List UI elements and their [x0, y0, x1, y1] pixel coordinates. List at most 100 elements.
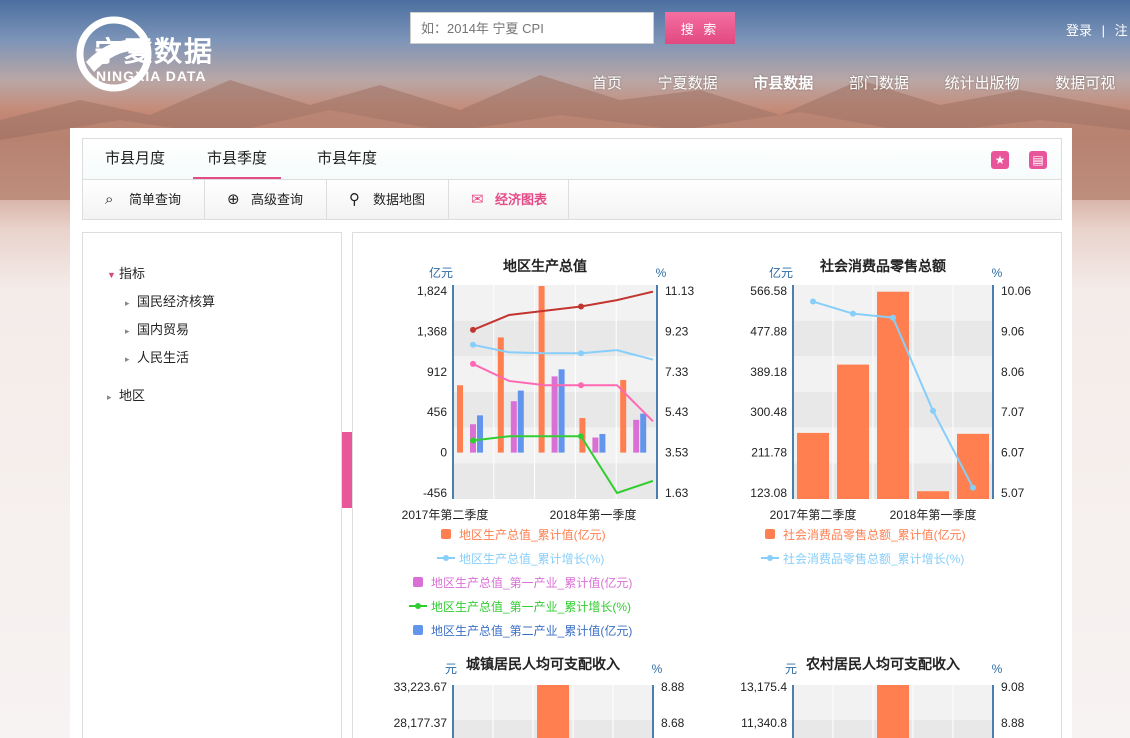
caret-right-icon: ▸: [107, 392, 112, 402]
left-unit-label: 元: [785, 662, 797, 676]
left-tick-label: 912: [427, 365, 447, 379]
legend-label-4: 地区生产总值_第二产业_累计值(亿元): [431, 623, 632, 638]
nav-county-data[interactable]: 市县数据: [753, 72, 813, 93]
line-point-3: [930, 407, 936, 414]
right-tick-label: 8.68: [661, 716, 685, 730]
caret-down-icon: ▼: [107, 270, 116, 280]
indicator-tree: ▼ 指标 ▸ 国民经济核算 ▸ 国内贸易 ▸ 人民生活 ▸ 地区: [82, 232, 342, 738]
legend-marker-dot-1: [767, 555, 773, 561]
bar-2-1: [517, 390, 524, 453]
query-toolbar: ⌕ 简单查询 ⊕ 高级查询 ⚲ 数据地图 ✉ 经济图表: [82, 180, 1062, 220]
tree-node-region[interactable]: ▸ 地区: [107, 385, 145, 404]
legend-label-0: 地区生产总值_累计值(亿元): [459, 527, 606, 542]
economic-charts-button[interactable]: ✉ 经济图表: [449, 180, 569, 219]
search-input[interactable]: [410, 12, 654, 44]
left-tick-label: 13,175.4: [740, 680, 787, 694]
line-point-0-3: [578, 350, 584, 357]
tree-node-domestic-trade[interactable]: ▸ 国内贸易: [125, 319, 189, 338]
left-tick-label: 123.08: [750, 486, 787, 500]
economic-charts-label: 经济图表: [495, 192, 548, 207]
right-unit-label: %: [656, 266, 667, 280]
right-tick-label: 10.06: [1001, 284, 1031, 298]
bar-2-0: [477, 415, 483, 453]
star-icon[interactable]: ★: [991, 151, 1009, 169]
nav-publications[interactable]: 统计出版物: [945, 72, 1020, 93]
line-point-0-0: [470, 341, 476, 348]
right-tick-label: 3.53: [665, 446, 689, 460]
tree-node-people-life[interactable]: ▸ 人民生活: [125, 347, 189, 366]
legend-marker-dot-3: [415, 603, 421, 609]
bar-2: [877, 291, 909, 499]
map-pin-icon: ⚲: [349, 191, 360, 208]
bar-0-1: [497, 337, 504, 453]
x-tick-label: 2018年第一季度: [890, 507, 977, 522]
tree-node-national-accounts[interactable]: ▸ 国民经济核算: [125, 291, 215, 310]
bar-1-1: [510, 401, 517, 453]
left-tick-label: 0: [440, 446, 447, 460]
bar-1-2: [551, 376, 558, 453]
register-link[interactable]: 注: [1115, 23, 1128, 38]
plot-band: [453, 285, 657, 321]
data-map-label: 数据地图: [373, 192, 426, 207]
left-unit-label: 元: [445, 662, 457, 676]
right-tick-label: 1.63: [665, 486, 689, 500]
main-nav: 首页 宁夏数据 市县数据 部门数据 统计出版物 数据可视: [592, 72, 1130, 92]
legend-marker-dot-1: [443, 555, 449, 561]
chart-title: 农村居民人均可支配收入: [805, 656, 960, 672]
legend-label-2: 地区生产总值_第一产业_累计值(亿元): [431, 575, 632, 590]
right-tick-label: 8.88: [1001, 716, 1025, 730]
nav-home[interactable]: 首页: [592, 72, 622, 93]
line-point-2-0: [470, 326, 476, 333]
search-button[interactable]: 搜 索: [665, 12, 735, 44]
left-tick-label: -456: [423, 486, 447, 500]
chart-title: 地区生产总值: [503, 258, 587, 274]
chart-title: 城镇居民人均可支配收入: [466, 656, 620, 672]
bar-0: [537, 685, 569, 738]
tree-label-people-life: 人民生活: [137, 350, 190, 365]
caret-right-icon: ▸: [125, 326, 130, 336]
line-point-4: [970, 484, 976, 491]
tab-county-monthly[interactable]: 市县月度: [91, 139, 179, 179]
logo-title-en: NINGXIA DATA: [96, 68, 207, 84]
line-point-3-3: [578, 382, 584, 389]
tab-county-quarterly[interactable]: 市县季度: [193, 139, 281, 179]
tab-county-yearly[interactable]: 市县年度: [303, 139, 391, 179]
printer-icon[interactable]: ▤: [1029, 151, 1047, 169]
logo-title-cn: 宁夏数据: [94, 36, 215, 67]
legend-label-1: 社会消费品零售总额_累计增长(%): [783, 551, 964, 566]
zoom-in-icon: ⊕: [227, 191, 240, 208]
plot-band: [453, 463, 657, 499]
right-tick-label: 6.07: [1001, 446, 1025, 460]
tree-node-indicator[interactable]: ▼ 指标: [107, 263, 145, 282]
legend-marker-2: [413, 577, 423, 587]
simple-query-label: 简单查询: [129, 192, 182, 207]
tree-label-domestic-trade: 国内贸易: [137, 322, 190, 337]
right-tick-label: 7.07: [1001, 405, 1025, 419]
legend-label-3: 地区生产总值_第一产业_累计增长(%): [431, 599, 631, 614]
tree-label-region: 地区: [119, 388, 146, 403]
line-point-2-3: [578, 303, 584, 310]
nav-department-data[interactable]: 部门数据: [849, 72, 909, 93]
bar-0: [797, 432, 829, 499]
right-tick-label: 7.33: [665, 365, 689, 379]
login-link[interactable]: 登录: [1066, 23, 1092, 38]
legend-label-0: 社会消费品零售总额_累计值(亿元): [783, 527, 966, 542]
line-point-2: [890, 314, 896, 321]
nav-ningxia-data[interactable]: 宁夏数据: [658, 72, 718, 93]
bar-0: [877, 685, 909, 738]
left-tick-label: 28,177.37: [394, 716, 448, 730]
bar-3: [917, 491, 949, 499]
left-tick-label: 1,368: [417, 324, 447, 338]
advanced-query-button[interactable]: ⊕ 高级查询: [205, 180, 327, 219]
left-tick-label: 477.88: [750, 324, 787, 338]
bar-2-2: [558, 369, 565, 453]
panel-splitter[interactable]: [342, 432, 352, 508]
chart-title: 社会消费品零售总额: [819, 258, 946, 274]
data-map-button[interactable]: ⚲ 数据地图: [327, 180, 449, 219]
nav-visualization[interactable]: 数据可视: [1055, 72, 1115, 93]
left-tick-label: 211.78: [751, 446, 787, 460]
right-tick-label: 11.13: [665, 284, 694, 298]
chart-icon: ✉: [471, 191, 484, 208]
left-tick-label: 11,340.8: [741, 716, 787, 730]
simple-query-button[interactable]: ⌕ 简单查询: [83, 180, 205, 219]
